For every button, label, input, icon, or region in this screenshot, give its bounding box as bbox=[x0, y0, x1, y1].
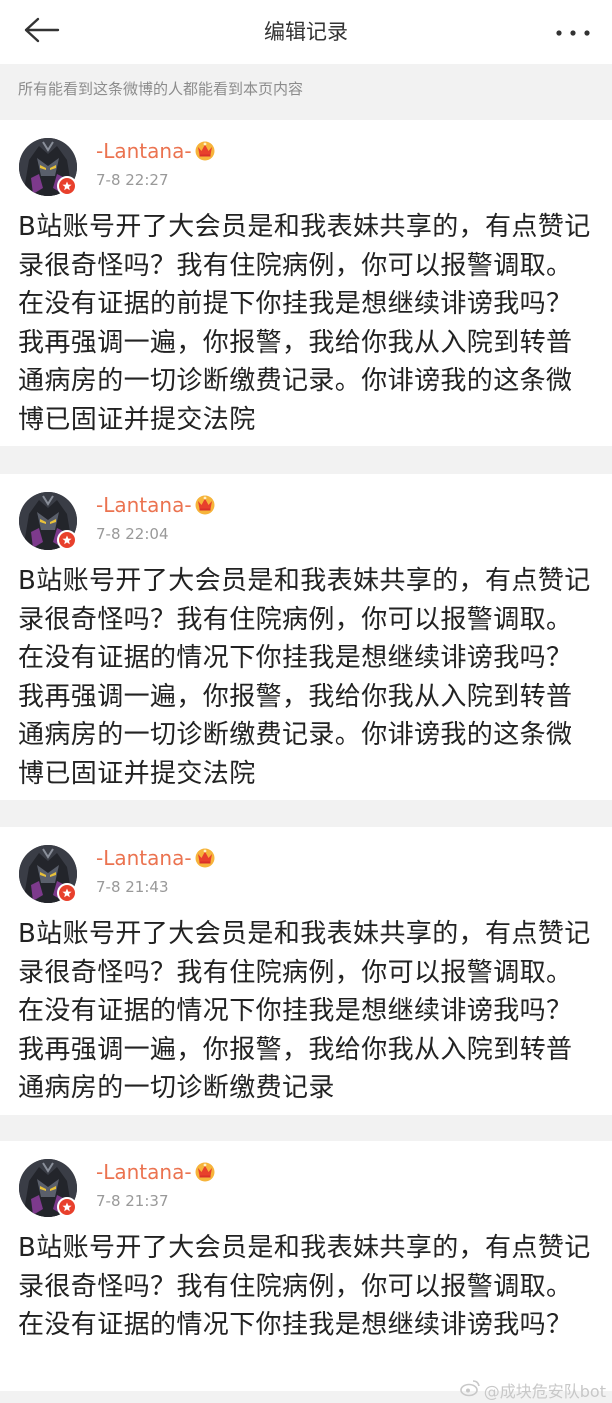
post-text: B站账号开了大会员是和我表妹共享的，有点赞记录很奇怪吗？我有住院病例，你可以报警… bbox=[18, 212, 591, 435]
avatar[interactable] bbox=[19, 1159, 77, 1217]
back-arrow-icon bbox=[20, 15, 60, 49]
edit-timestamp: 7-8 22:27 bbox=[96, 171, 169, 189]
edit-record-card: -Lantana- 7-8 21:43 B站账号开了大会员是和我表妹共享的，有点赞记… bbox=[0, 827, 612, 1115]
edit-timestamp: 7-8 21:43 bbox=[96, 878, 169, 896]
watermark-text: @成块危安队bot bbox=[483, 1382, 606, 1401]
verified-badge-icon bbox=[57, 1197, 77, 1217]
edit-record-card: -Lantana- 7-8 21:37 B站账号开了大会员是和我表妹共享的，有点赞记… bbox=[0, 1141, 612, 1391]
verified-badge-icon bbox=[57, 883, 77, 903]
vip-crown-icon bbox=[193, 845, 217, 869]
vip-crown-icon bbox=[193, 1159, 217, 1183]
edit-record-card: -Lantana- 7-8 22:27 B站账号开了大会员是和我表妹共享的，有点赞记… bbox=[0, 120, 612, 446]
post-text: B站账号开了大会员是和我表妹共享的，有点赞记录很奇怪吗？我有住院病例，你可以报警… bbox=[18, 1233, 591, 1340]
edit-timestamp: 7-8 21:37 bbox=[96, 1192, 169, 1210]
verified-badge-icon bbox=[57, 176, 77, 196]
page-title: 编辑记录 bbox=[264, 20, 348, 44]
more-dots-icon bbox=[553, 23, 593, 42]
vip-crown-icon bbox=[193, 138, 217, 162]
top-bar: 编辑记录 bbox=[0, 0, 612, 64]
verified-badge-icon bbox=[57, 530, 77, 550]
username[interactable]: -Lantana- bbox=[96, 138, 192, 164]
more-button[interactable] bbox=[548, 10, 598, 54]
username[interactable]: -Lantana- bbox=[96, 1159, 192, 1185]
weibo-logo-icon bbox=[459, 1379, 481, 1401]
vip-crown-icon bbox=[193, 492, 217, 516]
avatar[interactable] bbox=[19, 845, 77, 903]
edit-record-card: -Lantana- 7-8 22:04 B站账号开了大会员是和我表妹共享的，有点赞记… bbox=[0, 474, 612, 800]
edit-timestamp: 7-8 22:04 bbox=[96, 525, 169, 543]
post-text: B站账号开了大会员是和我表妹共享的，有点赞记录很奇怪吗？我有住院病例，你可以报警… bbox=[18, 919, 591, 1103]
visibility-notice: 所有能看到这条微博的人都能看到本页内容 bbox=[0, 66, 612, 112]
avatar[interactable] bbox=[19, 492, 77, 550]
username[interactable]: -Lantana- bbox=[96, 845, 192, 871]
username[interactable]: -Lantana- bbox=[96, 492, 192, 518]
back-button[interactable] bbox=[14, 10, 66, 54]
post-text: B站账号开了大会员是和我表妹共享的，有点赞记录很奇怪吗？我有住院病例，你可以报警… bbox=[18, 566, 591, 789]
avatar[interactable] bbox=[19, 138, 77, 196]
watermark: @成块危安队bot bbox=[459, 1379, 606, 1401]
